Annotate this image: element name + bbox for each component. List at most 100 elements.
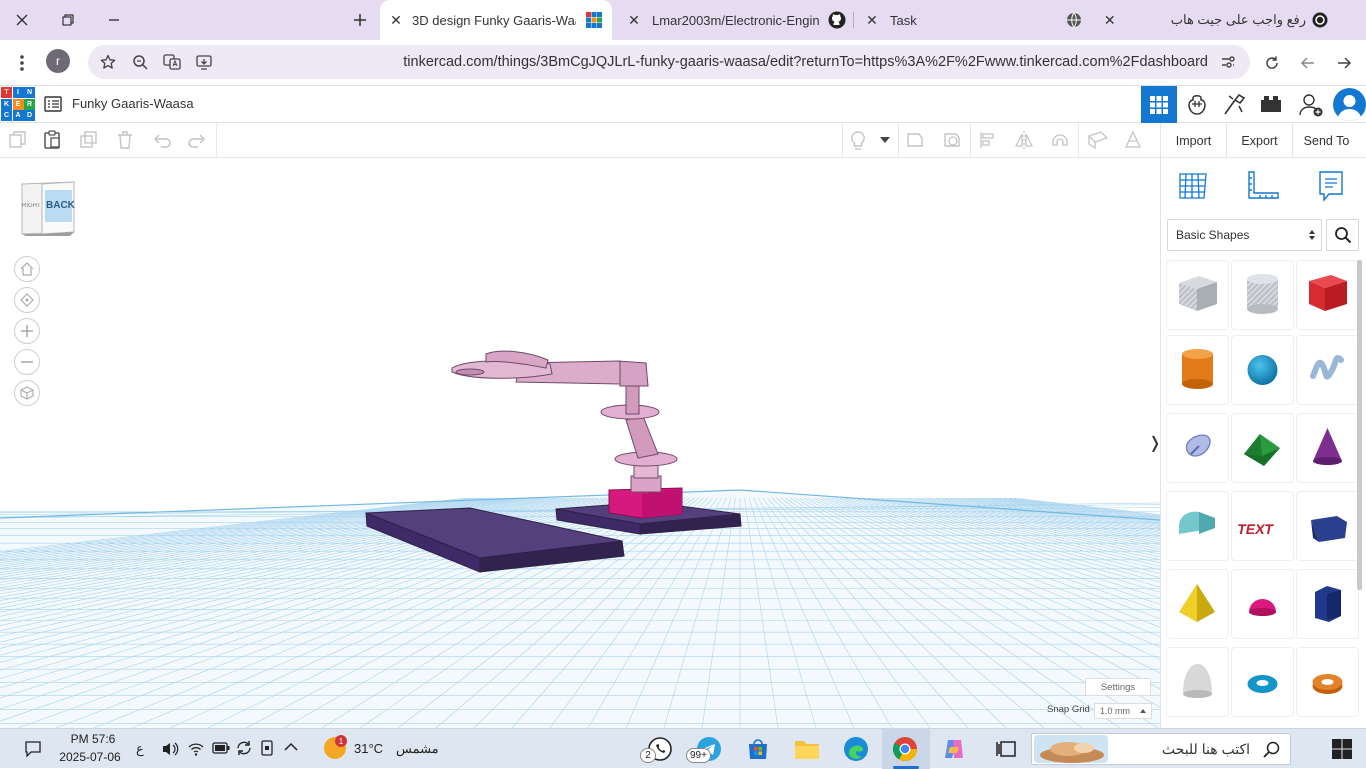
fit-view-button[interactable] (14, 287, 40, 313)
clock-time[interactable]: PM 57:6 (62, 732, 124, 746)
design-title[interactable]: Funky Gaaris-Waasa (72, 96, 194, 111)
tab-tinkercad-design[interactable]: ✕ 3D design Funky Gaaris-Waasa (380, 0, 612, 40)
zoom-in-button[interactable] (14, 318, 40, 344)
forward-icon[interactable] (1294, 49, 1322, 77)
workplane-icon[interactable] (1177, 170, 1209, 202)
notifications-icon[interactable] (18, 734, 48, 764)
snap-grid-select[interactable]: 1.0 mm (1094, 703, 1152, 719)
copilot-icon[interactable] (939, 734, 969, 764)
align-icon[interactable] (978, 130, 1000, 152)
zoom-icon[interactable] (126, 48, 154, 76)
tab-close-icon[interactable]: ✕ (1098, 8, 1121, 32)
weather-temperature[interactable]: 31°C (354, 741, 383, 756)
duplicate-icon[interactable] (79, 130, 101, 152)
tab-close-icon[interactable]: ✕ (384, 8, 408, 32)
translate-icon[interactable] (158, 48, 186, 76)
workplane-viewport[interactable]: BACK RIGHT ❭ Settings Snap Grid 1.0 mm (0, 158, 1160, 728)
light-dropdown-icon[interactable] (880, 137, 890, 143)
edge-browser-icon[interactable] (841, 734, 871, 764)
file-explorer-icon[interactable] (792, 734, 822, 764)
shape-half-sphere[interactable] (1232, 570, 1293, 638)
tinkercad-logo[interactable]: T I N K E R C A D (1, 87, 35, 121)
shape-paraboloid[interactable] (1167, 648, 1228, 716)
shape-cylinder-hole[interactable] (1232, 261, 1293, 329)
shape-pyramid[interactable] (1167, 570, 1228, 638)
light-bulb-icon[interactable] (848, 130, 870, 152)
view-cube-face-back[interactable]: BACK (46, 200, 75, 211)
notes-icon[interactable] (1087, 130, 1109, 152)
undo-icon[interactable] (152, 130, 174, 152)
view-cube-face-right[interactable]: RIGHT (22, 203, 42, 209)
new-tab-icon[interactable] (346, 6, 374, 34)
windows-start-icon[interactable] (1327, 734, 1357, 764)
shape-cylinder[interactable] (1167, 336, 1228, 404)
window-close-icon[interactable] (8, 6, 36, 34)
shape-box-hole[interactable] (1167, 261, 1228, 329)
tab-task[interactable]: ✕ Task (858, 0, 1088, 40)
shape-text[interactable]: TEXT (1232, 492, 1293, 560)
ruler-icon[interactable] (1246, 170, 1280, 202)
install-app-icon[interactable] (190, 48, 218, 76)
simulation-mode-icon[interactable] (1221, 92, 1247, 116)
blocks-mode-icon[interactable] (1185, 92, 1209, 116)
url-text[interactable]: tinkercad.com/things/3BmCgJQJLrL-funky-g… (403, 54, 1208, 70)
sync-icon[interactable] (236, 740, 252, 756)
settings-button[interactable]: Settings (1085, 678, 1151, 696)
weather-text[interactable]: مشمس (396, 741, 439, 757)
shape-sphere[interactable] (1232, 336, 1293, 404)
microsoft-store-icon[interactable] (743, 734, 773, 764)
robot-arm-segments[interactable] (451, 350, 678, 493)
shape-polygon[interactable] (1297, 570, 1358, 638)
cruise-icon[interactable] (1050, 130, 1072, 152)
task-view-icon[interactable] (991, 734, 1021, 764)
zoom-out-button[interactable] (14, 349, 40, 375)
site-info-icon[interactable] (1214, 48, 1242, 76)
clock-date[interactable]: 2025-07-06 (58, 750, 122, 764)
shape-roof[interactable] (1232, 414, 1293, 482)
omnibox[interactable]: tinkercad.com/things/3BmCgJQJLrL-funky-g… (88, 45, 1250, 79)
shape-round-roof[interactable] (1167, 492, 1228, 560)
paste-icon[interactable] (43, 130, 65, 152)
3d-design-mode-button[interactable] (1141, 86, 1177, 123)
volume-icon[interactable] (161, 741, 179, 757)
home-view-button[interactable] (14, 256, 40, 282)
ungroup-icon[interactable] (942, 130, 964, 152)
collapse-panel-icon[interactable]: ❭ (1148, 428, 1160, 458)
browser-menu-icon[interactable] (8, 49, 36, 77)
tab-arabic[interactable]: ✕ رفع واجب على جيت هاب (1096, 0, 1328, 40)
language-indicator[interactable]: ع (136, 741, 144, 757)
send-to-button[interactable]: Send To (1292, 123, 1360, 158)
shape-scribble[interactable] (1297, 336, 1358, 404)
mirror-icon[interactable] (1014, 130, 1036, 152)
battery-icon[interactable] (212, 741, 230, 755)
export-button[interactable]: Export (1226, 123, 1292, 158)
taskbar-search-box[interactable]: اكتب هنا للبحث (1031, 733, 1291, 765)
window-restore-icon[interactable] (54, 6, 82, 34)
tab-close-icon[interactable]: ✕ (860, 8, 884, 32)
shape-search-button[interactable] (1326, 219, 1359, 251)
reload-icon[interactable] (1258, 49, 1286, 77)
robot-arm-model[interactable] (0, 158, 1160, 728)
back-icon[interactable] (1330, 49, 1358, 77)
chrome-browser-icon[interactable] (890, 734, 920, 764)
import-button[interactable]: Import (1160, 123, 1226, 158)
shape-tube[interactable] (1297, 648, 1358, 716)
device-icon[interactable] (260, 740, 274, 756)
redo-icon[interactable] (187, 130, 209, 152)
shape-half-cylinder[interactable] (1297, 492, 1358, 560)
tab-close-icon[interactable]: ✕ (622, 8, 646, 32)
add-user-icon[interactable] (1298, 92, 1324, 118)
delete-icon[interactable] (115, 130, 137, 152)
shape-torus[interactable] (1232, 648, 1293, 716)
group-icon[interactable] (905, 130, 927, 152)
copy-icon[interactable] (8, 130, 30, 152)
user-avatar[interactable] (1333, 88, 1366, 121)
window-minimize-icon[interactable] (100, 6, 128, 34)
bricks-mode-icon[interactable] (1259, 94, 1283, 114)
shape-library-select[interactable]: Basic Shapes (1167, 219, 1322, 251)
notes-panel-icon[interactable] (1317, 170, 1345, 202)
tab-github[interactable]: ✕ Lmar2003m/Electronic-Enginee (620, 0, 852, 40)
profile-avatar[interactable]: r (46, 49, 70, 73)
bookmark-star-icon[interactable] (94, 48, 122, 76)
wifi-icon[interactable] (188, 741, 204, 757)
